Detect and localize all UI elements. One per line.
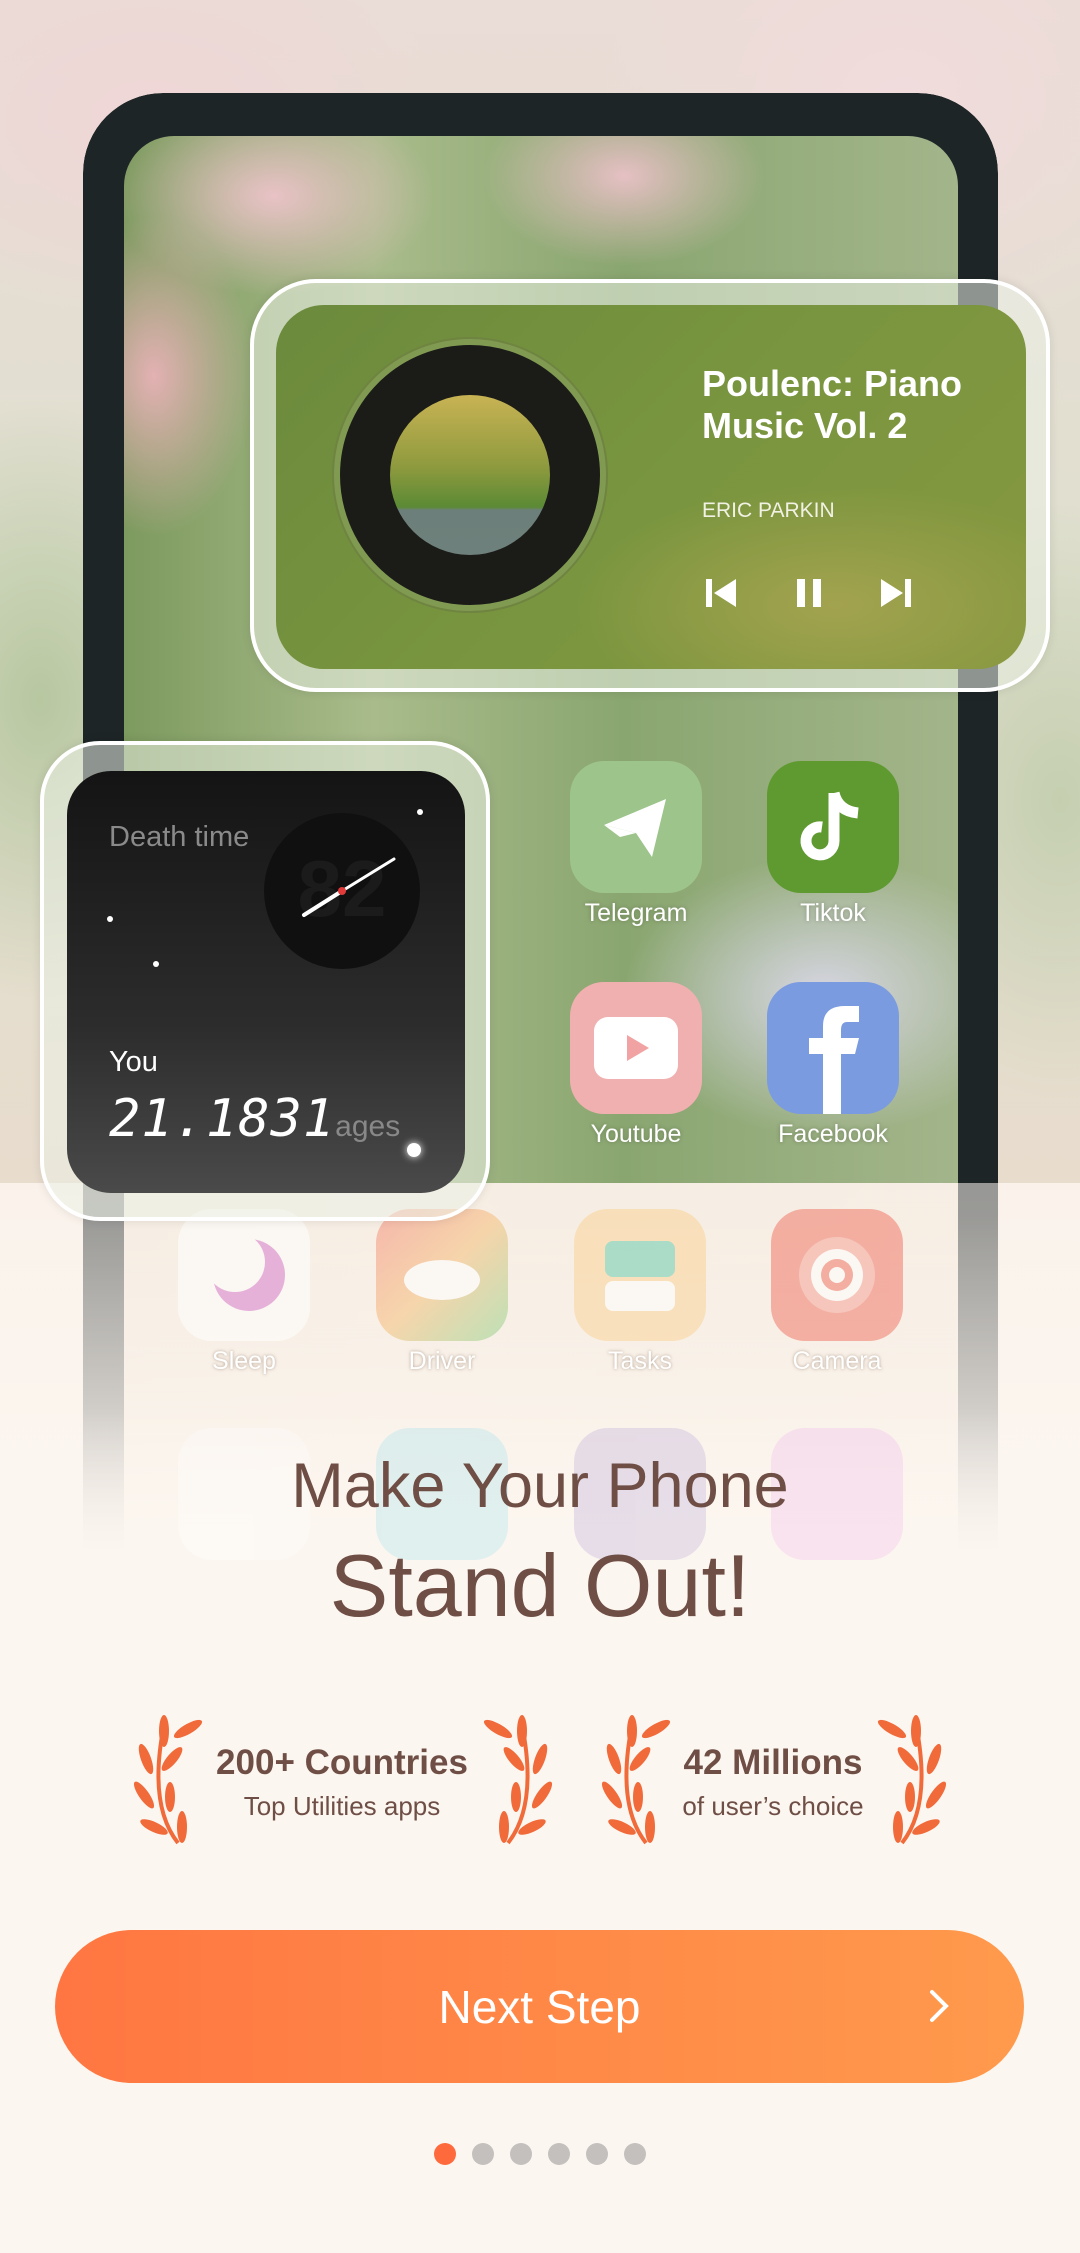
next-icon[interactable] bbox=[875, 573, 915, 613]
next-step-button[interactable]: Next Step bbox=[55, 1930, 1024, 2083]
stat-users: 42 Millions of user’s choice bbox=[682, 1743, 864, 1821]
track-artist: ERIC PARKIN bbox=[702, 499, 835, 522]
star bbox=[417, 809, 423, 815]
app-driver[interactable]: Driver bbox=[376, 1209, 508, 1376]
tasks-icon bbox=[574, 1209, 706, 1341]
star bbox=[407, 1143, 421, 1157]
widget-label: Death time bbox=[109, 821, 250, 853]
star bbox=[153, 961, 159, 967]
app-sleep[interactable]: Sleep bbox=[178, 1209, 310, 1376]
star bbox=[107, 916, 113, 922]
app-youtube[interactable]: Youtube bbox=[570, 982, 702, 1149]
pagination-dot[interactable] bbox=[510, 2143, 532, 2165]
pause-icon[interactable] bbox=[789, 573, 829, 613]
pagination-dot[interactable] bbox=[548, 2143, 570, 2165]
facebook-icon bbox=[767, 982, 899, 1114]
cloud-drive-icon bbox=[376, 1209, 508, 1341]
moon-icon bbox=[178, 1209, 310, 1341]
music-widget[interactable]: Poulenc: Piano Music Vol. 2 ERIC PARKIN bbox=[250, 279, 1050, 692]
age-value: 21.1831ages bbox=[109, 1089, 401, 1149]
clock-hands bbox=[302, 857, 396, 917]
camera-icon bbox=[771, 1209, 903, 1341]
laurel-right-icon bbox=[877, 1715, 947, 1845]
telegram-icon bbox=[570, 761, 702, 893]
laurel-right-icon bbox=[483, 1715, 553, 1845]
youtube-icon bbox=[570, 982, 702, 1114]
app-camera[interactable]: Camera bbox=[771, 1209, 903, 1376]
app-tasks[interactable]: Tasks bbox=[574, 1209, 706, 1376]
tiktok-icon bbox=[767, 761, 899, 893]
vinyl-record bbox=[334, 339, 606, 611]
track-title: Poulenc: Piano Music Vol. 2 bbox=[702, 363, 963, 446]
death-time-widget[interactable]: Death time 82 You 21.1831ages bbox=[40, 741, 490, 1221]
pagination-dot[interactable] bbox=[434, 2143, 456, 2165]
clock-face: 82 bbox=[264, 813, 420, 969]
chevron-right-icon bbox=[930, 1990, 949, 2022]
album-cover bbox=[390, 395, 550, 555]
pagination-dot[interactable] bbox=[624, 2143, 646, 2165]
previous-icon[interactable] bbox=[702, 573, 742, 613]
pagination-dot[interactable] bbox=[586, 2143, 608, 2165]
app-tiktok[interactable]: Tiktok bbox=[767, 761, 899, 928]
pagination-dots bbox=[0, 2143, 1080, 2165]
pagination-dot[interactable] bbox=[472, 2143, 494, 2165]
app-facebook[interactable]: Facebook bbox=[767, 982, 899, 1149]
headline-line2: Stand Out! bbox=[329, 1536, 751, 1635]
headline-line1: Make Your Phone bbox=[291, 1451, 789, 1521]
app-telegram[interactable]: Telegram bbox=[570, 761, 702, 928]
stat-countries: 200+ Countries Top Utilities apps bbox=[216, 1743, 468, 1821]
